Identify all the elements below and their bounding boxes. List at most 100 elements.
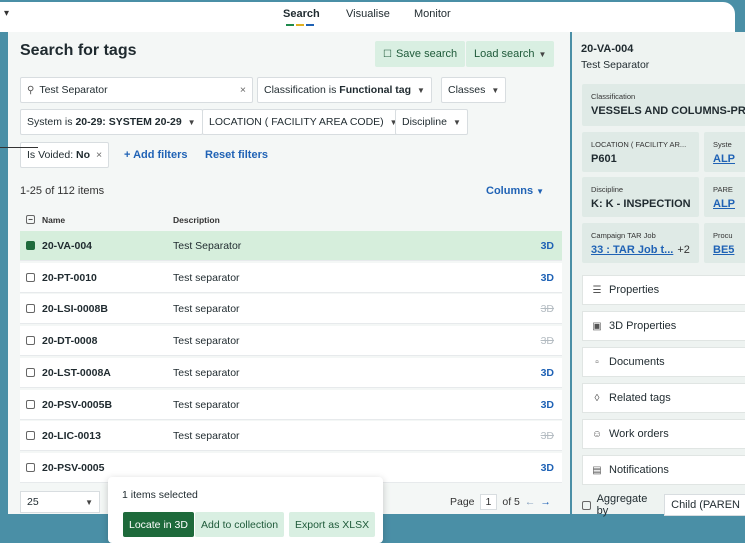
result-count: 1-25 of 112 items bbox=[20, 185, 105, 197]
page-title: Search for tags bbox=[20, 42, 137, 59]
table-row[interactable]: 20-PT-0010 Test separator 3D bbox=[20, 262, 562, 293]
save-search-button[interactable]: ☐ Save search bbox=[375, 41, 466, 67]
row-checkbox[interactable] bbox=[26, 304, 35, 314]
campaign-more-count[interactable]: +2 bbox=[677, 244, 690, 256]
procurement-card: Procu BE5 bbox=[704, 223, 745, 263]
save-search-label: Save search bbox=[395, 48, 458, 60]
menu-work-orders[interactable]: ☺ Work orders bbox=[582, 419, 745, 449]
row-checkbox[interactable] bbox=[26, 399, 35, 409]
aggregate-checkbox[interactable] bbox=[582, 500, 591, 510]
row-name: 20-VA-004 bbox=[42, 240, 92, 252]
select-all-checkbox[interactable]: − bbox=[26, 215, 35, 224]
row-description: Test separator bbox=[173, 398, 240, 411]
row-3d-link[interactable]: 3D bbox=[541, 462, 554, 474]
system-value-link[interactable]: ALP bbox=[713, 153, 735, 165]
reset-filters-link[interactable]: Reset filters bbox=[205, 149, 268, 161]
row-3d-link[interactable]: 3D bbox=[541, 272, 554, 284]
search-input[interactable]: ⚲ Test Separator × bbox=[20, 77, 253, 103]
table-row[interactable]: 20-LST-0008A Test separator 3D bbox=[20, 357, 562, 388]
parent-card: PARE ALP bbox=[704, 177, 745, 217]
row-checkbox[interactable] bbox=[26, 462, 35, 472]
row-name: 20-PSV-0005B bbox=[42, 398, 113, 411]
pagination: Page 1 of 5 ← → bbox=[450, 494, 551, 510]
system-label: Syste bbox=[713, 140, 732, 149]
discipline-card: Discipline K: K - INSPECTION bbox=[582, 177, 699, 217]
aggregate-select[interactable]: Child (PAREN bbox=[664, 494, 745, 516]
aggregate-label: Aggregate by bbox=[596, 493, 648, 517]
search-icon: ⚲ bbox=[27, 84, 35, 96]
menu-documents[interactable]: ▫ Documents bbox=[582, 347, 745, 377]
location-value: P601 bbox=[591, 153, 617, 165]
system-card: Syste ALP bbox=[704, 132, 745, 172]
row-name: 20-LST-0008A bbox=[42, 366, 111, 379]
classification-card: Classification VESSELS AND COLUMNS-PRE bbox=[582, 84, 745, 126]
cube-icon: ▣ bbox=[592, 320, 602, 332]
row-checkbox[interactable] bbox=[26, 241, 35, 250]
parent-value-link[interactable]: ALP bbox=[713, 198, 735, 210]
campaign-value-link[interactable]: 33 : TAR Job t... bbox=[591, 244, 673, 256]
close-icon[interactable]: × bbox=[96, 149, 102, 161]
menu-properties[interactable]: ☰ Properties bbox=[582, 275, 745, 305]
tab-monitor[interactable]: Monitor bbox=[414, 8, 451, 20]
app: ▾ Search Visualise Monitor Search for ta… bbox=[0, 0, 745, 543]
locate-in-3d-button[interactable]: Locate in 3D bbox=[123, 512, 194, 537]
column-header-description[interactable]: Description bbox=[173, 215, 220, 225]
procurement-value-link[interactable]: BE5 bbox=[713, 244, 734, 256]
menu-notifications[interactable]: ▤ Notifications bbox=[582, 455, 745, 485]
load-search-button[interactable]: Load search ▼ bbox=[466, 41, 555, 67]
search-panel: Search for tags ☐ Save search Load searc… bbox=[8, 32, 570, 543]
add-to-collection-button[interactable]: Add to collection bbox=[195, 512, 285, 537]
menu-work-orders-label: Work orders bbox=[609, 428, 669, 440]
filter-classification-prefix: Classification is bbox=[264, 84, 340, 96]
filter-voided-prefix: Is Voided: bbox=[27, 149, 77, 161]
chevron-down-icon[interactable]: ▾ bbox=[4, 8, 9, 19]
classification-value: VESSELS AND COLUMNS-PRE bbox=[591, 105, 745, 117]
menu-3d-properties[interactable]: ▣ 3D Properties bbox=[582, 311, 745, 341]
page-total: of 5 bbox=[502, 496, 520, 508]
tab-search[interactable]: Search bbox=[283, 8, 320, 20]
chevron-down-icon: ▼ bbox=[85, 497, 93, 507]
table-row[interactable]: 20-VA-004 Test Separator 3D bbox=[20, 231, 562, 261]
clear-icon[interactable]: × bbox=[240, 84, 246, 96]
table-header: − Name Description bbox=[20, 212, 562, 230]
tab-visualise[interactable]: Visualise bbox=[346, 8, 390, 20]
row-3d-link[interactable]: 3D bbox=[541, 399, 554, 411]
filter-location[interactable]: LOCATION ( FACILITY AREA CODE) ▼ bbox=[202, 109, 405, 135]
classification-label: Classification bbox=[591, 92, 636, 101]
export-xlsx-button[interactable]: Export as XLSX bbox=[289, 512, 376, 537]
list-icon: ☰ bbox=[592, 284, 602, 296]
filter-discipline[interactable]: Discipline ▼ bbox=[395, 109, 468, 135]
row-description: Test separator bbox=[173, 271, 240, 284]
arrow-left-icon[interactable]: ← bbox=[525, 496, 536, 508]
page-size-select[interactable]: 25 ▼ bbox=[20, 491, 100, 513]
table-row[interactable]: 20-PSV-0005B Test separator 3D bbox=[20, 389, 562, 420]
filter-system[interactable]: System is 20-29: SYSTEM 20-29 ▼ bbox=[20, 109, 203, 135]
row-3d-link[interactable]: 3D bbox=[541, 240, 554, 252]
parent-label: PARE bbox=[713, 185, 733, 194]
table-row[interactable]: 20-LIC-0013 Test separator 3D bbox=[20, 421, 562, 452]
row-checkbox[interactable] bbox=[26, 367, 35, 377]
row-name: 20-PT-0010 bbox=[42, 271, 97, 284]
row-checkbox[interactable] bbox=[26, 431, 35, 441]
arrow-right-icon[interactable]: → bbox=[540, 496, 551, 508]
filter-is-voided[interactable]: Is Voided: No × bbox=[20, 142, 110, 168]
menu-related-tags[interactable]: ◊ Related tags bbox=[582, 383, 745, 413]
columns-button[interactable]: Columns ▼ bbox=[486, 185, 544, 197]
row-checkbox[interactable] bbox=[26, 272, 35, 282]
page-number-input[interactable]: 1 bbox=[479, 494, 498, 510]
worker-icon: ☺ bbox=[591, 428, 603, 440]
column-header-name[interactable]: Name bbox=[42, 215, 65, 225]
row-3d-link[interactable]: 3D bbox=[541, 367, 554, 379]
indicator-green bbox=[286, 24, 294, 26]
table-row[interactable]: 20-LSI-0008B Test separator 3D bbox=[20, 294, 562, 325]
menu-3d-properties-label: 3D Properties bbox=[609, 320, 677, 332]
row-checkbox[interactable] bbox=[26, 336, 35, 346]
filter-system-prefix: System is bbox=[27, 116, 76, 128]
table-row[interactable]: 20-DT-0008 Test separator 3D bbox=[20, 326, 562, 357]
menu-properties-label: Properties bbox=[609, 284, 660, 296]
filter-classification[interactable]: Classification is Functional tag ▼ bbox=[257, 77, 432, 103]
add-filters-link[interactable]: + Add filters bbox=[124, 149, 187, 161]
filter-classes[interactable]: Classes ▼ bbox=[441, 77, 507, 103]
location-label: LOCATION ( FACILITY AR... bbox=[591, 140, 687, 149]
filter-classification-label: Classification is Functional tag bbox=[264, 84, 411, 96]
